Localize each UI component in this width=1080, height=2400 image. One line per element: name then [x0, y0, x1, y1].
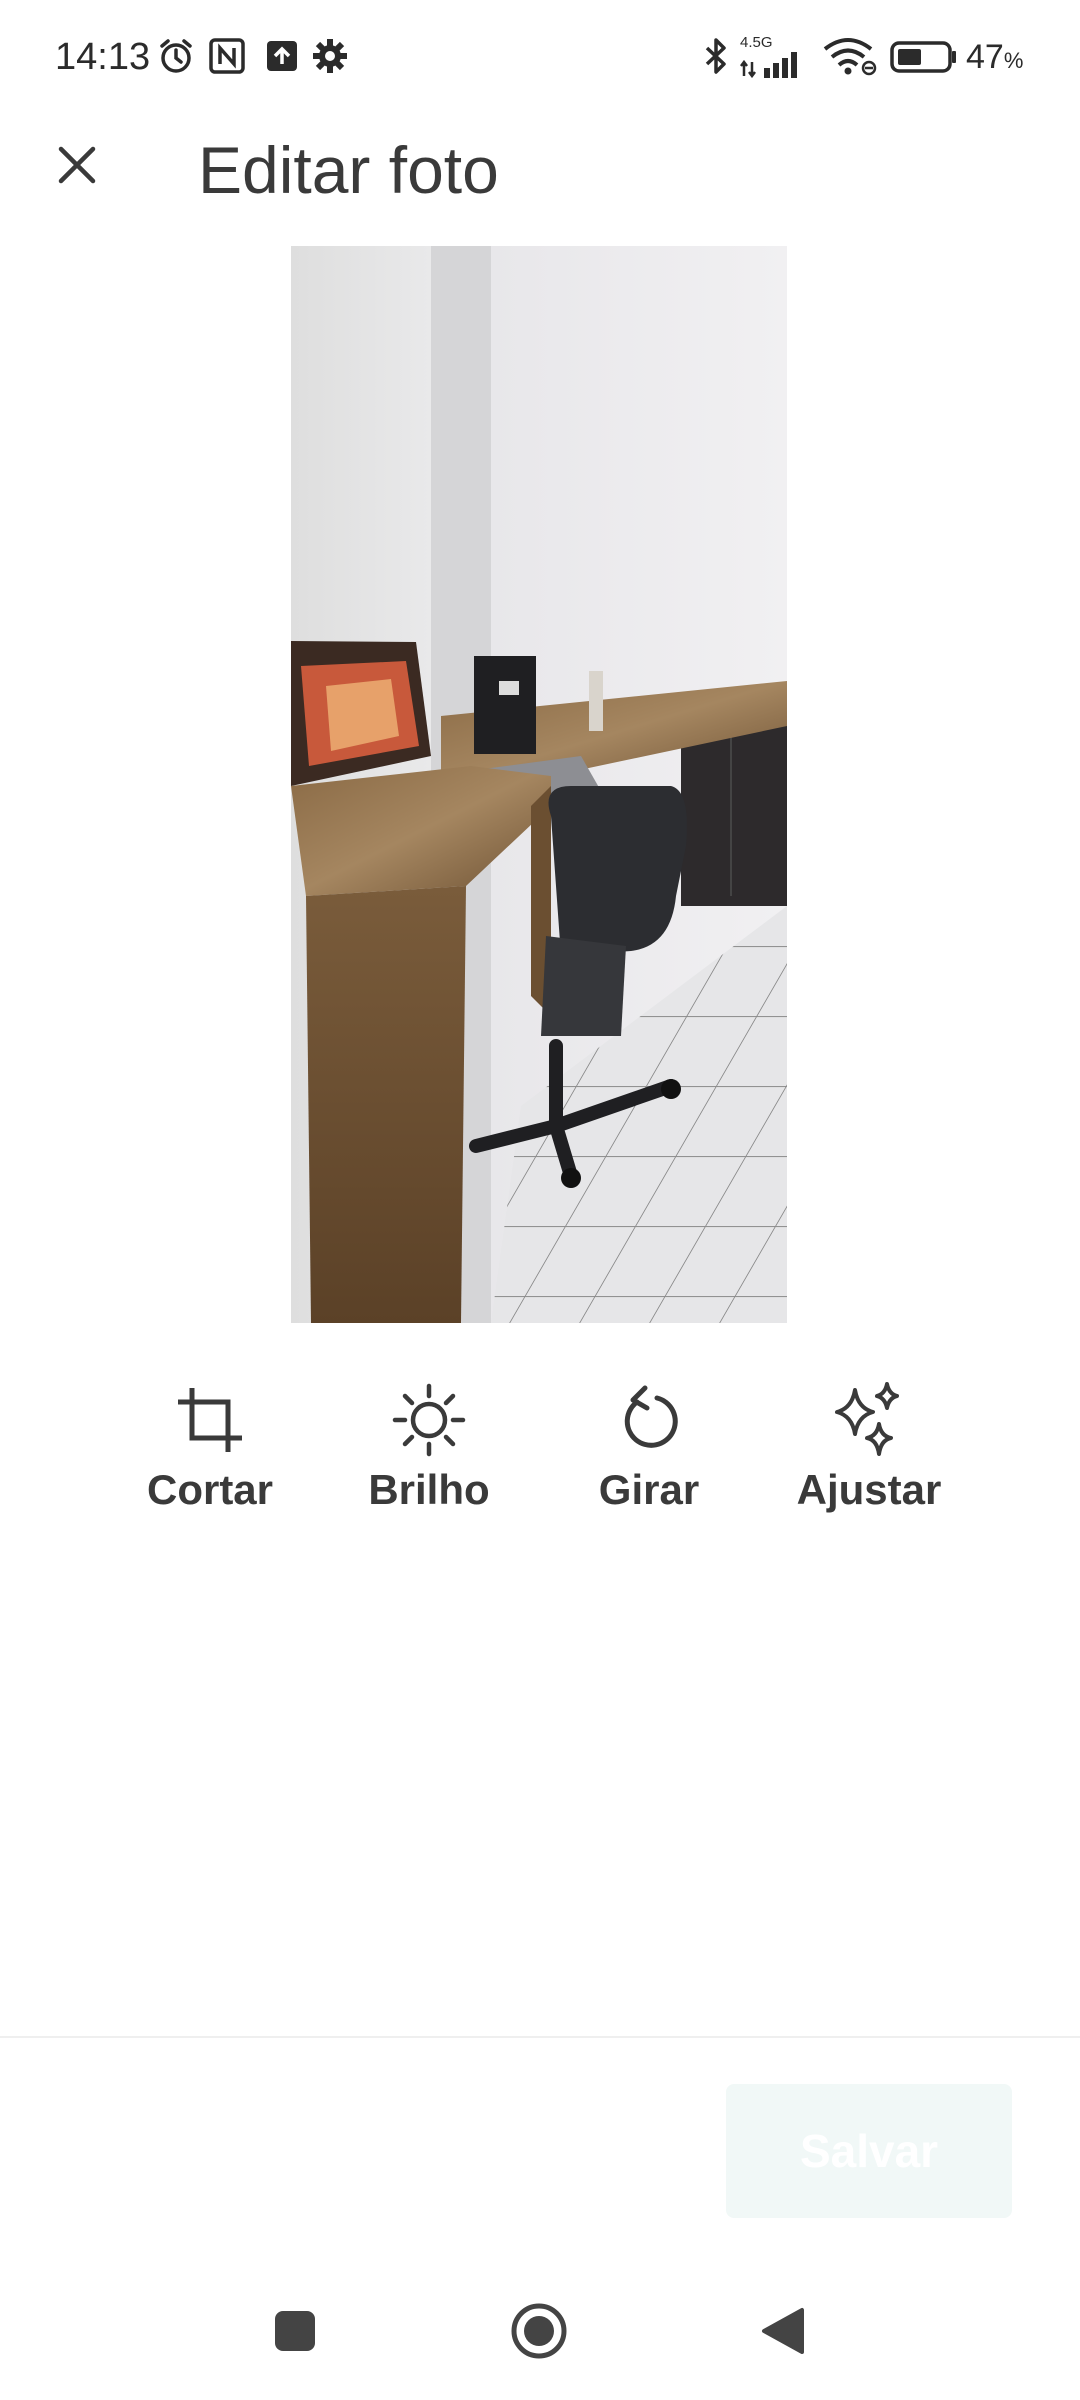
tool-crop-button[interactable]: Cortar: [110, 1380, 310, 1540]
edit-photo-screen: 14:13 4.5G 47% Editar foto Cortar Brilho…: [0, 0, 1080, 2400]
page-title: Editar foto: [198, 133, 499, 207]
tool-adjust-button[interactable]: Ajustar: [769, 1380, 969, 1540]
footer-divider: [0, 2036, 1080, 2038]
status-time: 14:13: [55, 36, 151, 78]
photo-preview: [291, 246, 787, 1323]
tool-adjust-label: Ajustar: [796, 1466, 942, 1513]
tool-brightness-label: Brilho: [368, 1466, 490, 1513]
sparkle-icon: [829, 1380, 909, 1460]
nav-home-button[interactable]: [504, 2296, 574, 2366]
tool-crop-label: Cortar: [146, 1466, 274, 1513]
close-icon: [58, 146, 96, 184]
tool-brightness-button[interactable]: Brilho: [329, 1380, 529, 1540]
nfc-icon: [209, 38, 245, 74]
close-button[interactable]: [42, 130, 112, 200]
battery-icon: [890, 41, 956, 73]
network-type-label: 4.5G: [740, 34, 773, 51]
brightness-icon: [389, 1380, 469, 1460]
save-button[interactable]: Salvar: [726, 2084, 1012, 2218]
nav-back-button[interactable]: [748, 2296, 818, 2366]
settings-gear-icon: [313, 39, 347, 73]
back-triangle-icon: [762, 2308, 804, 2354]
home-circle-icon: [511, 2303, 567, 2359]
bluetooth-icon: [705, 38, 726, 74]
alarm-icon: [160, 39, 192, 73]
upload-icon: [267, 41, 297, 71]
tool-rotate-label: Girar: [598, 1466, 700, 1513]
tool-rotate-button[interactable]: Girar: [549, 1380, 749, 1540]
status-bar: 14:13 4.5G 47%: [0, 0, 1080, 110]
signal-icon: 4.5G: [740, 34, 812, 78]
battery-percent: 47%: [966, 38, 1024, 76]
recents-square-icon: [275, 2311, 315, 2351]
photo-image: [291, 246, 787, 1323]
rotate-icon: [609, 1380, 689, 1460]
crop-icon: [170, 1380, 250, 1460]
wifi-icon: [823, 38, 877, 76]
nav-recents-button[interactable]: [260, 2296, 330, 2366]
